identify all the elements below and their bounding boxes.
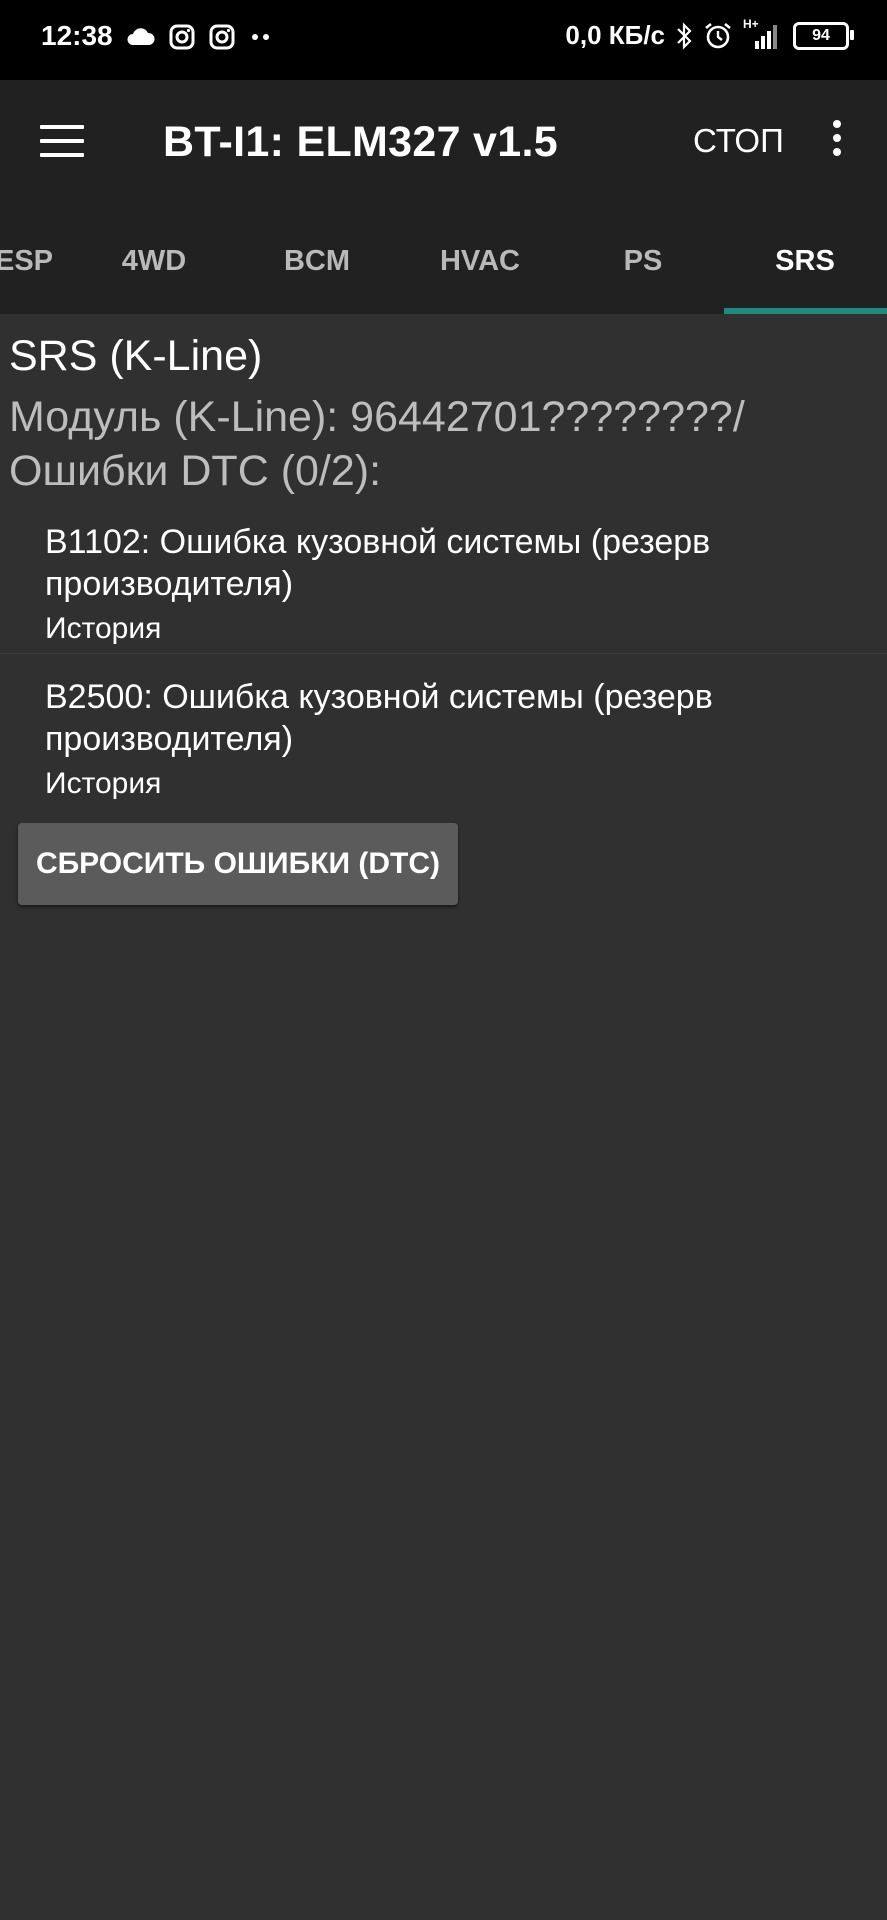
tab-ps[interactable]: PS xyxy=(562,208,724,314)
app-title: BT-I1: ELM327 v1.5 xyxy=(163,118,558,166)
dtc-count: Ошибки DTC (0/2): xyxy=(9,447,382,495)
dtc-description: B1102: Ошибка кузовной системы (резерв п… xyxy=(45,523,711,603)
hamburger-menu-icon[interactable] xyxy=(40,125,84,161)
tab-indicator xyxy=(724,308,887,314)
status-right: 0,0 КБ/с H+ 94 xyxy=(565,17,854,51)
module-info: Модуль (K-Line): 96442701????????/ Ошибк… xyxy=(9,390,745,498)
dtc-status: История xyxy=(45,767,162,800)
list-item[interactable]: B2500: Ошибка кузовной системы (резерв п… xyxy=(0,670,887,825)
dtc-status: История xyxy=(45,612,162,645)
tab-bcm[interactable]: BCM xyxy=(236,208,398,314)
dots-icon xyxy=(252,34,269,40)
overflow-menu-icon[interactable] xyxy=(826,120,848,164)
bluetooth-icon xyxy=(677,21,692,50)
tab-4wd[interactable]: 4WD xyxy=(73,208,235,314)
module-id: Модуль (K-Line): 96442701????????/ xyxy=(9,393,745,441)
network-speed: 0,0 КБ/с xyxy=(565,20,665,50)
alarm-icon xyxy=(705,22,731,48)
app-toolbar: BT-I1: ELM327 v1.5 СТОП xyxy=(0,80,887,208)
instagram-icon xyxy=(209,24,235,50)
cloud-icon xyxy=(127,28,155,45)
battery-level: 94 xyxy=(812,26,830,44)
battery-icon: 94 xyxy=(793,21,854,50)
stop-button[interactable]: СТОП xyxy=(693,122,784,160)
status-left-icons xyxy=(125,24,273,50)
tab-bar: ESP 4WD BCM HVAC PS SRS xyxy=(0,208,887,314)
reset-dtc-button[interactable]: СБРОСИТЬ ОШИБКИ (DTC) xyxy=(18,823,458,905)
module-title: SRS (K-Line) xyxy=(9,332,263,380)
divider xyxy=(0,653,887,654)
signal-icon: H+ xyxy=(743,17,783,51)
list-item[interactable]: B1102: Ошибка кузовной системы (резерв п… xyxy=(0,514,887,669)
tab-srs[interactable]: SRS xyxy=(724,208,886,314)
tab-hvac[interactable]: HVAC xyxy=(399,208,561,314)
status-time: 12:38 xyxy=(41,20,113,51)
instagram-icon xyxy=(169,24,195,50)
status-bar: 12:38 0,0 КБ/с H+ 94 xyxy=(0,0,887,80)
dtc-description: B2500: Ошибка кузовной системы (резерв п… xyxy=(45,678,713,758)
